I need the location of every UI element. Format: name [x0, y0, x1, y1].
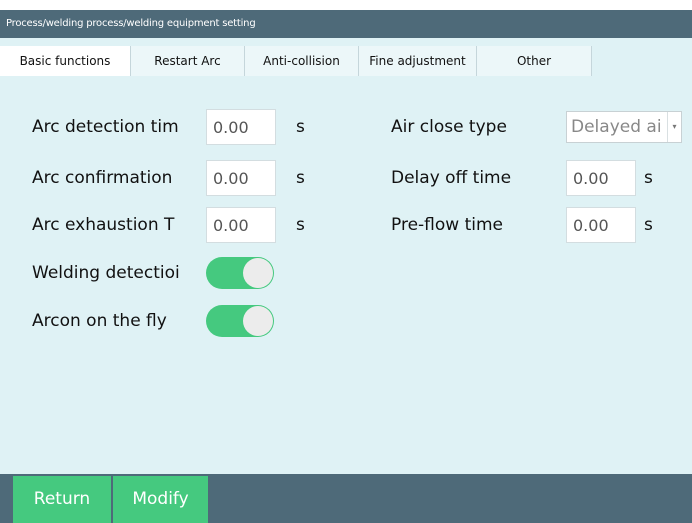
- arc-confirmation-label: Arc confirmation: [32, 168, 173, 188]
- arc-detection-time-input[interactable]: [206, 109, 276, 145]
- arc-exhaustion-unit: s: [296, 215, 305, 235]
- delay-off-time-label: Delay off time: [391, 168, 512, 188]
- arc-exhaustion-label: Arc exhaustion T: [32, 215, 175, 235]
- pre-flow-time-unit: s: [644, 215, 653, 235]
- arc-detection-time-label: Arc detection tim: [32, 117, 179, 137]
- welding-detection-toggle[interactable]: [206, 257, 274, 289]
- arc-confirmation-unit: s: [296, 168, 305, 188]
- tab-fine-adjustment[interactable]: Fine adjustment: [358, 46, 476, 76]
- tab-basic-functions[interactable]: Basic functions: [0, 46, 130, 76]
- bottom-toolbar: Return Modify: [0, 474, 692, 523]
- tab-anti-collision[interactable]: Anti-collision: [244, 46, 358, 76]
- delay-off-time-input[interactable]: [566, 160, 636, 196]
- pre-flow-time-input[interactable]: [566, 207, 636, 243]
- arc-detection-time-unit: s: [296, 117, 305, 137]
- pre-flow-time-label: Pre-flow time: [391, 215, 503, 235]
- tab-bar: Basic functions Restart Arc Anti-collisi…: [0, 38, 692, 82]
- air-close-type-label: Air close type: [391, 117, 507, 137]
- modify-button[interactable]: Modify: [113, 476, 208, 523]
- welding-detection-label: Welding detectioi: [32, 263, 180, 283]
- arcon-on-the-fly-label: Arcon on the fly: [32, 311, 167, 331]
- toggle-knob: [243, 306, 273, 336]
- arcon-on-the-fly-toggle[interactable]: [206, 305, 274, 337]
- delay-off-time-unit: s: [644, 168, 653, 188]
- tab-other[interactable]: Other: [476, 46, 592, 76]
- chevron-down-icon: ▾: [667, 112, 681, 142]
- window-title: Process/welding process/welding equipmen…: [0, 10, 692, 38]
- tab-restart-arc[interactable]: Restart Arc: [130, 46, 244, 76]
- air-close-type-value: Delayed ai: [571, 117, 662, 137]
- air-close-type-select[interactable]: Delayed ai ▾: [566, 111, 682, 143]
- arc-confirmation-input[interactable]: [206, 160, 276, 196]
- return-button[interactable]: Return: [13, 476, 111, 523]
- toggle-knob: [243, 258, 273, 288]
- arc-exhaustion-input[interactable]: [206, 207, 276, 243]
- settings-panel: Arc detection tim s Arc confirmation s A…: [0, 82, 692, 474]
